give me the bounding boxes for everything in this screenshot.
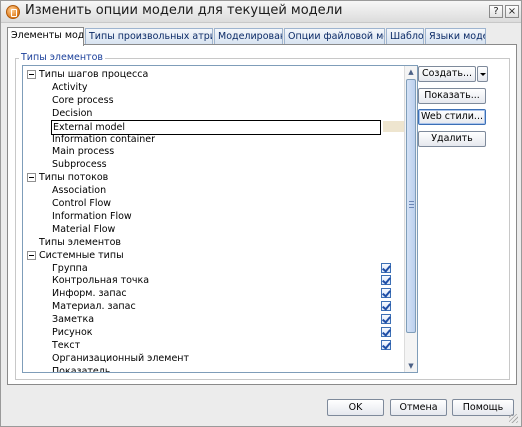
tree-item-row[interactable]: Decision	[51, 107, 93, 120]
tree-item-row[interactable]: External model	[51, 119, 381, 135]
title-bar[interactable]: Изменить опции модели для текущей модели…	[1, 1, 521, 23]
tree-row-label: Типы элементов	[39, 236, 122, 248]
app-icon	[6, 5, 20, 19]
tree-item-row[interactable]: Material Flow	[51, 223, 116, 236]
tree-item-row[interactable]: Association	[51, 184, 107, 197]
show-button[interactable]: Показать...	[418, 88, 486, 104]
dialog-window: Изменить опции модели для текущей модели…	[0, 0, 522, 427]
visibility-checkbox[interactable]	[381, 275, 391, 286]
tree-row-label: Core process	[52, 94, 114, 106]
tree-row-label: Группа	[52, 262, 88, 274]
ok-button[interactable]: OK	[327, 399, 384, 416]
tree-row-label: Рисунок	[52, 327, 93, 338]
cancel-button[interactable]: Отмена	[390, 399, 447, 416]
tree-item-row[interactable]: Показатель	[51, 365, 111, 373]
tab-modeling[interactable]: Моделирование	[214, 28, 283, 45]
tree-item-row[interactable]: Main process	[51, 145, 115, 158]
tree-item-row[interactable]: Материал. запас	[51, 300, 137, 313]
window-title: Изменить опции модели для текущей модели	[25, 3, 343, 18]
tree-row-label: Main process	[52, 146, 115, 158]
tree-row-label: Association	[52, 185, 107, 197]
tree-item-row[interactable]: Subprocess	[51, 158, 108, 171]
tree-item-row[interactable]: Заметка	[51, 313, 95, 326]
group-legend: Типы элементов	[19, 52, 106, 63]
tree-category-row[interactable]: Типы шагов процесса	[27, 68, 149, 81]
collapse-toggle-icon[interactable]	[27, 173, 36, 183]
tree-row-label: Subprocess	[52, 159, 107, 171]
scroll-grip-icon	[409, 201, 414, 208]
tab-model-languages[interactable]: Языки модели	[425, 28, 486, 45]
tree-row-label: Заметка	[52, 314, 95, 326]
visibility-checkbox[interactable]	[381, 339, 391, 350]
tree-row-label: Типы потоков	[39, 172, 109, 184]
visibility-checkbox[interactable]	[381, 288, 391, 299]
tree-row-label: Material Flow	[52, 223, 116, 235]
tab-panel: Типы элементов Типы шагов процесса Activi…	[7, 44, 517, 385]
scroll-thumb[interactable]	[406, 79, 416, 333]
tree-item-row[interactable]: Information Flow	[51, 210, 133, 223]
tree-row-label: Decision	[52, 107, 93, 119]
visibility-checkbox[interactable]	[381, 262, 391, 273]
collapse-toggle-icon[interactable]	[27, 250, 36, 260]
scroll-down-arrow-icon[interactable]: ▼	[405, 360, 417, 372]
tree-item-row[interactable]: Группа	[51, 262, 89, 275]
tree-item-row[interactable]: Контрольная точка	[51, 274, 150, 287]
visibility-checkbox[interactable]	[381, 301, 391, 312]
tree-item-row[interactable]: Текст	[51, 339, 81, 352]
tree-row-label: Материал. запас	[52, 301, 136, 313]
tree-row-label: Information Flow	[52, 210, 132, 222]
tree-row-label: Activity	[52, 81, 88, 93]
create-dropdown-arrow-icon[interactable]	[477, 66, 488, 82]
tree-item-row[interactable]: Рисунок	[51, 326, 94, 339]
delete-button[interactable]: Удалить	[418, 131, 486, 147]
tree-category-row[interactable]: Типы потоков	[27, 171, 109, 184]
create-button[interactable]: Создать...	[418, 66, 476, 82]
tree-item-row[interactable]: Организационный элемент	[51, 352, 190, 365]
resize-grip-icon[interactable]	[509, 414, 518, 423]
visibility-checkbox[interactable]	[381, 327, 391, 337]
tree-item-row[interactable]: Информ. запас	[51, 287, 128, 300]
tree-item-row[interactable]: Core process	[51, 94, 115, 107]
collapse-toggle-icon[interactable]	[27, 70, 36, 79]
tree-row-label: Организационный элемент	[52, 352, 190, 364]
scroll-up-arrow-icon[interactable]: ▲	[405, 66, 417, 78]
close-title-button[interactable]: ×	[505, 5, 519, 18]
element-types-tree[interactable]: Типы шагов процесса Activity Core process D…	[22, 65, 418, 373]
tab-custom-attribute-types[interactable]: Типы произвольных атрибутов	[85, 28, 213, 45]
tree-row-label: Типы шагов процесса	[39, 69, 149, 80]
tree-item-row[interactable]: Information container	[51, 133, 156, 146]
tree-row-label: Control Flow	[52, 198, 112, 209]
tree-item-row[interactable]: Control Flow	[51, 197, 112, 210]
web-styles-button[interactable]: Web стили...	[418, 109, 486, 125]
tree-row-label: Information container	[52, 133, 156, 145]
tree-row-label: Информ. запас	[52, 288, 127, 300]
tree-item-row[interactable]: Activity	[51, 81, 89, 94]
help-title-button[interactable]: ?	[489, 5, 503, 18]
tree-row-label: Показатель	[52, 365, 111, 373]
tree-row-label: Текст	[52, 339, 81, 351]
vertical-scrollbar[interactable]: ▲ ▼	[404, 66, 417, 372]
visibility-checkbox[interactable]	[381, 314, 391, 325]
tree-row-label: Системные типы	[39, 249, 124, 261]
tree-item-row[interactable]: Типы элементов	[38, 236, 122, 249]
help-button[interactable]: Помощь	[452, 399, 514, 416]
tab-template[interactable]: Шаблон	[386, 28, 424, 45]
tree-row-label: Контрольная точка	[52, 275, 150, 287]
tab-strip: Элементы модели Типы произвольных атрибу…	[7, 27, 517, 46]
tree-category-row[interactable]: Системные типы	[27, 249, 125, 262]
tab-model-elements[interactable]: Элементы модели	[7, 27, 84, 46]
tab-file-model-options[interactable]: Опции файловой модели	[284, 28, 385, 45]
